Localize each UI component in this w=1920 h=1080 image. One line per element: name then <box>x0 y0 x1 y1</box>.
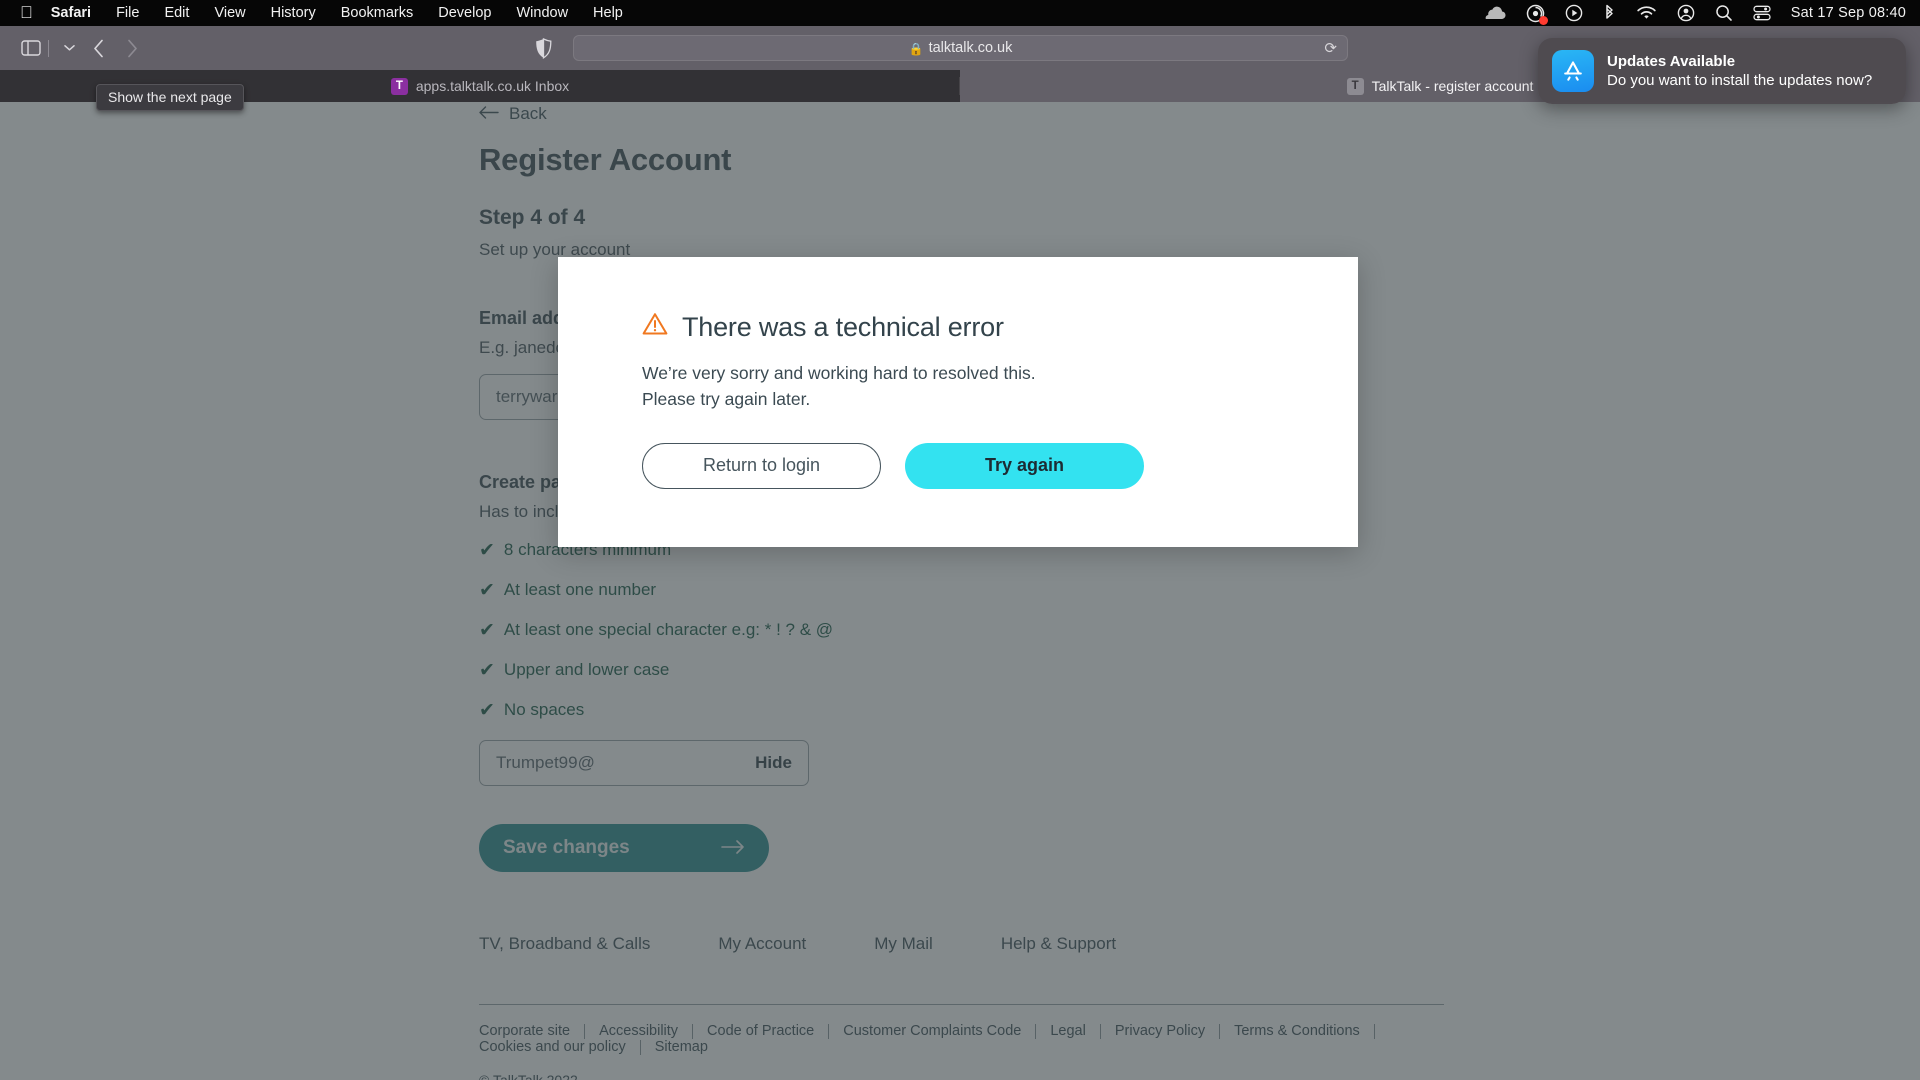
address-bar-url: talktalk.co.uk <box>928 40 1013 56</box>
safari-window: 🔒 talktalk.co.uk ⟳ T apps.talktalk.co.uk… <box>0 26 1920 1080</box>
privacy-shield-icon[interactable] <box>535 37 552 64</box>
notification-badge <box>1538 15 1548 25</box>
modal-heading-row: There was a technical error <box>642 312 1358 343</box>
modal-heading: There was a technical error <box>682 312 1004 342</box>
modal-message: We’re very sorry and working hard to res… <box>642 360 1358 413</box>
menu-item-bookmarks[interactable]: Bookmarks <box>341 5 414 21</box>
tab-title: apps.talktalk.co.uk Inbox <box>415 78 570 94</box>
address-bar[interactable]: 🔒 talktalk.co.uk ⟳ <box>573 35 1348 61</box>
macos-menu-bar:  Safari File Edit View History Bookmark… <box>0 0 1920 26</box>
notification-title: Updates Available <box>1607 52 1736 70</box>
sidebar-toggle-icon[interactable] <box>18 37 44 59</box>
back-button[interactable] <box>81 35 115 61</box>
user-account-icon[interactable] <box>1677 4 1695 22</box>
modal-message-line1: We’re very sorry and working hard to res… <box>642 363 1036 383</box>
lock-icon: 🔒 <box>908 41 924 56</box>
spotlight-search-icon[interactable] <box>1715 4 1733 22</box>
menu-item-develop[interactable]: Develop <box>438 5 491 21</box>
apple-logo-icon[interactable]:  <box>20 4 33 21</box>
technical-error-modal: There was a technical error We’re very s… <box>558 257 1358 547</box>
app-store-icon <box>1552 50 1594 92</box>
menu-item-help[interactable]: Help <box>593 5 623 21</box>
try-again-button[interactable]: Try again <box>905 442 1144 489</box>
wifi-icon[interactable] <box>1636 5 1657 21</box>
modal-message-line2: Please try again later. <box>642 389 811 410</box>
menu-item-safari[interactable]: Safari <box>51 5 91 21</box>
tab-title: TalkTalk - register account <box>1371 78 1534 94</box>
now-playing-icon[interactable] <box>1565 4 1583 22</box>
cloud-icon[interactable] <box>1485 6 1506 20</box>
bluetooth-icon[interactable] <box>1603 4 1616 23</box>
menu-item-window[interactable]: Window <box>516 5 568 21</box>
tab-favicon-icon: T <box>390 77 408 95</box>
web-page-content: Back Register Account Step 4 of 4 Set up… <box>0 102 1920 1080</box>
notification-message: Do you want to install the updates now? <box>1607 72 1873 89</box>
screen-recording-icon[interactable] <box>1526 4 1548 25</box>
menu-item-edit[interactable]: Edit <box>164 5 189 21</box>
menu-item-view[interactable]: View <box>214 5 245 21</box>
menu-item-history[interactable]: History <box>271 5 316 21</box>
system-notification[interactable]: Updates Available Do you want to install… <box>1538 38 1906 104</box>
tab-favicon-icon: T <box>1346 77 1364 95</box>
toolbar-divider <box>48 39 49 57</box>
chevron-down-icon[interactable] <box>57 37 81 59</box>
return-to-login-button[interactable]: Return to login <box>642 442 881 489</box>
control-center-icon[interactable] <box>1753 5 1771 21</box>
reload-icon[interactable]: ⟳ <box>1324 39 1337 57</box>
menu-bar-clock[interactable]: Sat 17 Sep 08:40 <box>1791 5 1906 21</box>
modal-overlay[interactable] <box>0 102 1920 1080</box>
warning-triangle-icon <box>642 312 668 343</box>
forward-button[interactable] <box>115 35 149 61</box>
modal-actions: Return to login Try again <box>642 442 1358 489</box>
menu-bar-status-items: Sat 17 Sep 08:40 <box>1485 4 1906 25</box>
tooltip-show-next-page: Show the next page <box>96 84 244 111</box>
menu-item-file[interactable]: File <box>116 5 139 21</box>
